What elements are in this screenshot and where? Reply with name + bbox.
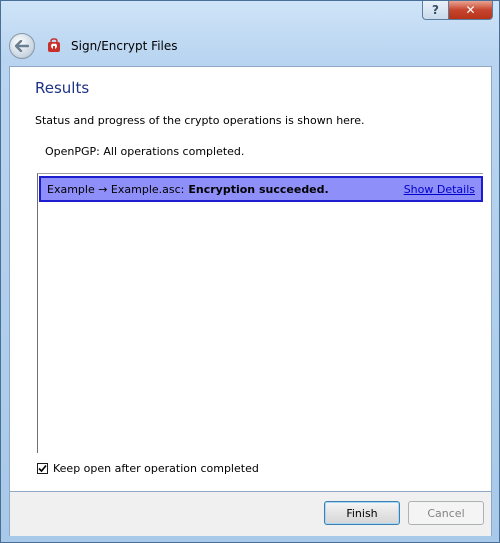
show-details-link[interactable]: Show Details: [404, 183, 475, 196]
checkmark-icon: [38, 464, 47, 473]
results-list[interactable]: Example → Example.asc: Encryption succee…: [37, 173, 483, 453]
help-button[interactable]: ?: [422, 1, 449, 20]
keep-open-label: Keep open after operation completed: [53, 462, 259, 475]
caption-buttons: ? ✕: [422, 1, 493, 20]
page-description: Status and progress of the crypto operat…: [35, 114, 365, 127]
overall-status: OpenPGP: All operations completed.: [45, 145, 245, 158]
finish-button[interactable]: Finish: [324, 501, 400, 525]
keep-open-option[interactable]: Keep open after operation completed: [37, 462, 259, 475]
button-bar: Finish Cancel: [9, 492, 492, 536]
back-button[interactable]: [9, 33, 35, 59]
result-row[interactable]: Example → Example.asc: Encryption succee…: [39, 176, 483, 202]
back-arrow-icon: [15, 40, 29, 52]
sign-encrypt-window: ? ✕ Sign/Encrypt Files Results Status an…: [0, 0, 500, 543]
result-status: Encryption succeeded.: [188, 182, 329, 196]
wizard-header: Sign/Encrypt Files: [9, 29, 491, 63]
close-button[interactable]: ✕: [449, 1, 493, 20]
cancel-button[interactable]: Cancel: [408, 501, 484, 525]
close-icon: ✕: [465, 3, 476, 17]
help-icon: ?: [432, 3, 439, 17]
page-title: Results: [35, 79, 90, 97]
kleopatra-icon: [45, 37, 63, 55]
keep-open-checkbox[interactable]: [37, 463, 48, 474]
window-title: Sign/Encrypt Files: [71, 39, 178, 53]
result-operation: Example → Example.asc:: [47, 182, 185, 196]
results-page: Results Status and progress of the crypt…: [9, 66, 492, 492]
